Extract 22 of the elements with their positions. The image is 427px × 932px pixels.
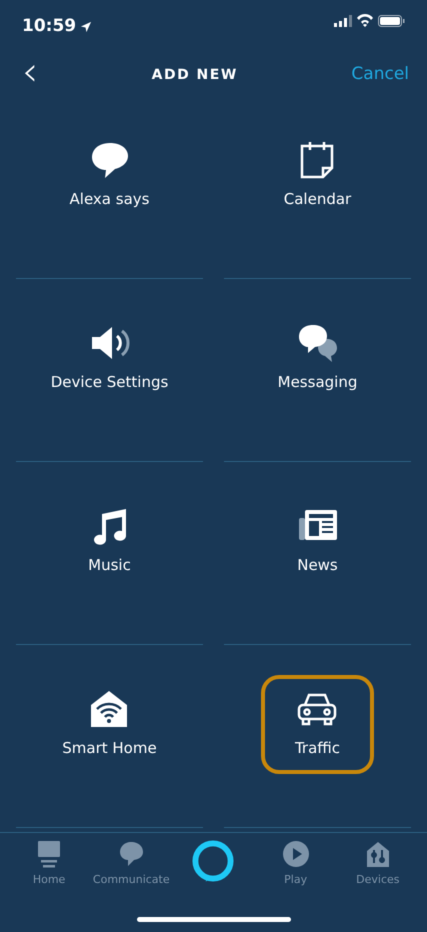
status-time: 10:59 (22, 15, 76, 38)
location-icon (80, 20, 92, 33)
cancel-button[interactable]: Cancel (351, 62, 409, 88)
tab-button[interactable]: Communicate (91, 839, 172, 932)
tab-button[interactable]: Home (9, 839, 90, 932)
category-tile[interactable]: News (262, 492, 374, 590)
category-tile[interactable]: Messaging (244, 309, 392, 408)
back-button[interactable]: ‹ (22, 52, 38, 92)
alexa-ring-icon (191, 839, 236, 883)
page-title: ADD NEW (152, 66, 238, 84)
play-icon (280, 839, 311, 869)
wifi-icon (356, 14, 374, 27)
tab-button[interactable]: Devices (338, 839, 418, 932)
category-tile[interactable]: Alexa says (36, 126, 184, 224)
category-tile[interactable]: Calendar (250, 126, 386, 224)
signal-icon (334, 14, 352, 26)
category-tile[interactable]: Traffic (260, 675, 374, 774)
battery-icon (378, 14, 405, 26)
category-tile[interactable]: Smart Home (28, 675, 191, 774)
tab-button[interactable]: Play (256, 839, 336, 932)
category-tile[interactable]: Music (54, 492, 166, 590)
category-tile[interactable]: Device Settings (16, 309, 202, 408)
